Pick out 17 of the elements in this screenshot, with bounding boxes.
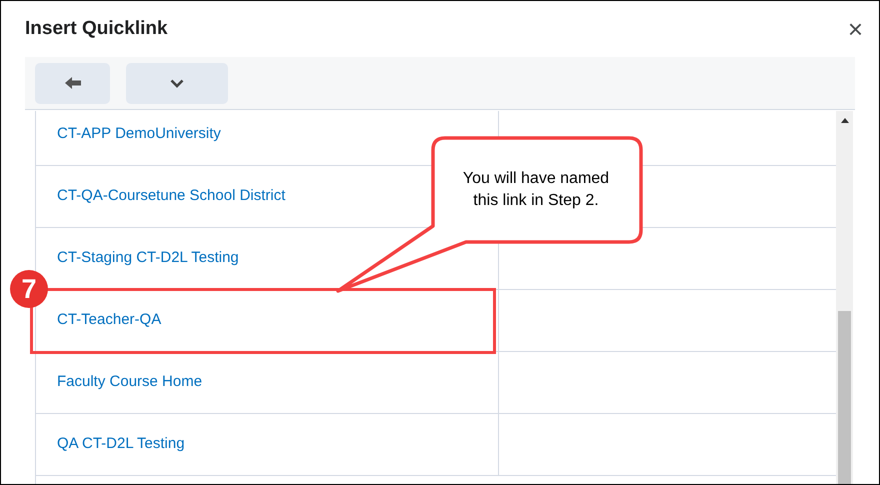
quicklink-item[interactable]: QA CT-D2L Testing [57, 433, 185, 456]
scrollbar-thumb[interactable] [838, 311, 851, 484]
scroll-up-icon[interactable] [840, 118, 848, 123]
scrollbar[interactable] [836, 111, 853, 484]
close-button[interactable]: × [848, 16, 863, 42]
quicklink-item[interactable]: CT-APP DemoUniversity [57, 123, 221, 146]
step-badge: 7 [10, 270, 48, 308]
quicklink-item[interactable]: CT-Staging CT-D2L Testing [57, 247, 239, 270]
left-arrow-icon [64, 77, 80, 89]
quicklink-item[interactable]: Faculty Course Home [57, 371, 202, 394]
quicklink-item[interactable]: CT-QA-Coursetune School District [57, 185, 286, 208]
dropdown-button[interactable] [126, 62, 228, 104]
dialog-title: Insert Quicklink [25, 16, 168, 41]
callout-text: You will have named this link in Step 2. [462, 169, 610, 211]
back-button[interactable] [35, 62, 110, 104]
quicklink-item[interactable]: CT-Teacher-QA [57, 309, 162, 332]
chevron-down-icon [170, 78, 184, 88]
